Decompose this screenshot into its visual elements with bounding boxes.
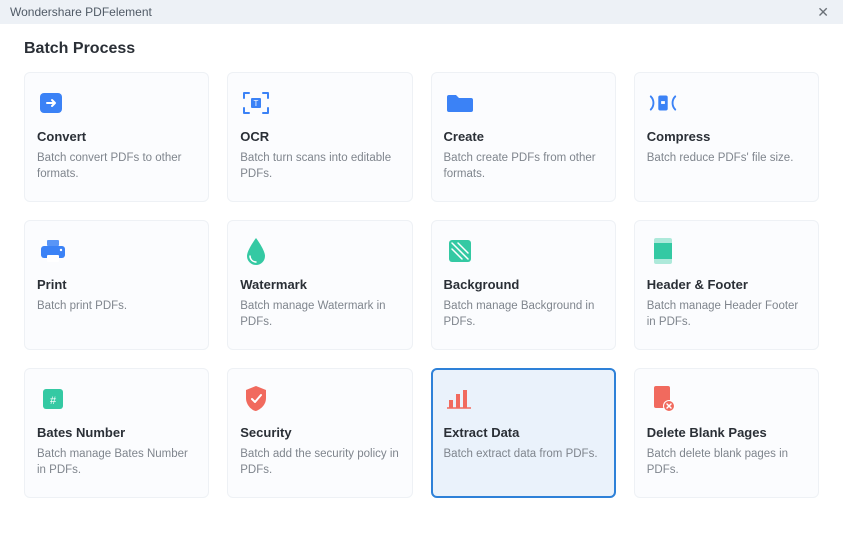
card-desc: Batch turn scans into editable PDFs. bbox=[240, 150, 399, 182]
page-title: Batch Process bbox=[24, 40, 819, 58]
card-desc: Batch create PDFs from other formats. bbox=[444, 150, 603, 182]
bates-icon: # bbox=[37, 383, 69, 415]
delete-blank-icon bbox=[647, 383, 679, 415]
card-title: Background bbox=[444, 277, 603, 292]
header-footer-icon bbox=[647, 235, 679, 267]
create-icon bbox=[444, 87, 476, 119]
card-title: Bates Number bbox=[37, 425, 196, 440]
app-title: Wondershare PDFelement bbox=[10, 5, 152, 19]
titlebar: Wondershare PDFelement ✕ bbox=[0, 0, 843, 24]
card-desc: Batch add the security policy in PDFs. bbox=[240, 446, 399, 478]
card-delete-blank[interactable]: Delete Blank Pages Batch delete blank pag… bbox=[634, 368, 819, 498]
card-compress[interactable]: Compress Batch reduce PDFs' file size. bbox=[634, 72, 819, 202]
card-print[interactable]: Print Batch print PDFs. bbox=[24, 220, 209, 350]
card-desc: Batch manage Background in PDFs. bbox=[444, 298, 603, 330]
card-title: Extract Data bbox=[444, 425, 603, 440]
print-icon bbox=[37, 235, 69, 267]
card-header-footer[interactable]: Header & Footer Batch manage Header Foote… bbox=[634, 220, 819, 350]
convert-icon bbox=[37, 87, 69, 119]
card-create[interactable]: Create Batch create PDFs from other forma… bbox=[431, 72, 616, 202]
card-title: Delete Blank Pages bbox=[647, 425, 806, 440]
card-title: Header & Footer bbox=[647, 277, 806, 292]
card-desc: Batch print PDFs. bbox=[37, 298, 196, 314]
compress-icon bbox=[647, 87, 679, 119]
card-desc: Batch delete blank pages in PDFs. bbox=[647, 446, 806, 478]
watermark-icon bbox=[240, 235, 272, 267]
card-desc: Batch manage Bates Number in PDFs. bbox=[37, 446, 196, 478]
card-title: Watermark bbox=[240, 277, 399, 292]
background-icon bbox=[444, 235, 476, 267]
svg-text:T: T bbox=[254, 99, 259, 108]
ocr-icon: T bbox=[240, 87, 272, 119]
card-title: Print bbox=[37, 277, 196, 292]
card-desc: Batch extract data from PDFs. bbox=[444, 446, 603, 462]
card-extract-data[interactable]: Extract Data Batch extract data from PDFs… bbox=[431, 368, 616, 498]
card-title: Security bbox=[240, 425, 399, 440]
card-title: Convert bbox=[37, 129, 196, 144]
extract-icon bbox=[444, 383, 476, 415]
card-title: OCR bbox=[240, 129, 399, 144]
card-convert[interactable]: Convert Batch convert PDFs to other forma… bbox=[24, 72, 209, 202]
security-icon bbox=[240, 383, 272, 415]
card-bates-number[interactable]: # Bates Number Batch manage Bates Number i… bbox=[24, 368, 209, 498]
card-background[interactable]: Background Batch manage Background in PDF… bbox=[431, 220, 616, 350]
card-grid: Convert Batch convert PDFs to other forma… bbox=[24, 72, 819, 498]
card-desc: Batch convert PDFs to other formats. bbox=[37, 150, 196, 182]
card-desc: Batch manage Watermark in PDFs. bbox=[240, 298, 399, 330]
card-desc: Batch reduce PDFs' file size. bbox=[647, 150, 806, 166]
card-title: Compress bbox=[647, 129, 806, 144]
card-watermark[interactable]: Watermark Batch manage Watermark in PDFs. bbox=[227, 220, 412, 350]
card-title: Create bbox=[444, 129, 603, 144]
close-icon[interactable]: ✕ bbox=[813, 4, 833, 21]
svg-text:#: # bbox=[50, 395, 57, 407]
content-area: Batch Process Convert Batch convert PDFs … bbox=[0, 24, 843, 518]
card-desc: Batch manage Header Footer in PDFs. bbox=[647, 298, 806, 330]
card-security[interactable]: Security Batch add the security policy in… bbox=[227, 368, 412, 498]
card-ocr[interactable]: T OCR Batch turn scans into editable PDFs. bbox=[227, 72, 412, 202]
